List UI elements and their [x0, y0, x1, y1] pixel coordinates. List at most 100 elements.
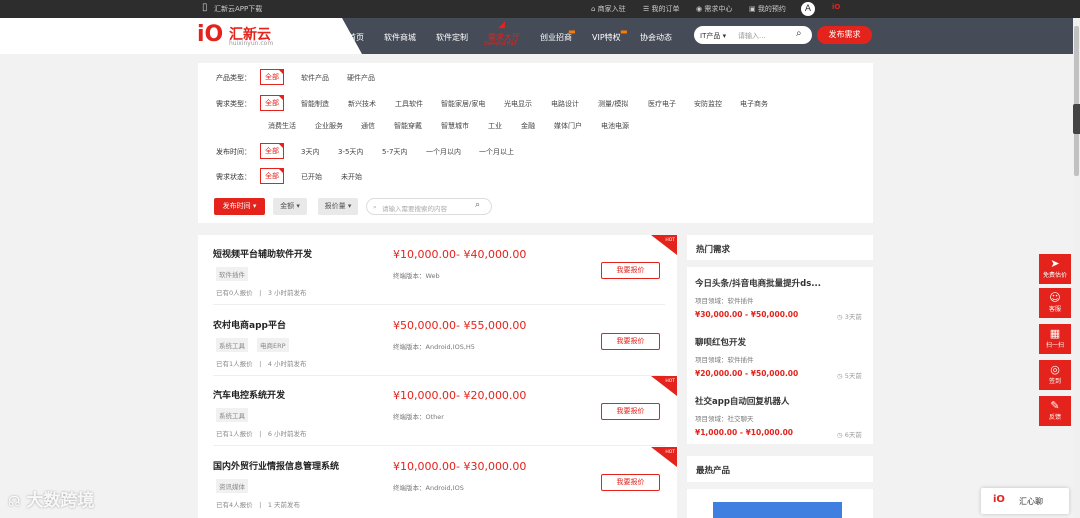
demand-type-option[interactable]: 电池电源: [601, 121, 629, 131]
hot-demands-title: 热门需求: [696, 245, 731, 255]
hot-demand-title[interactable]: 社交app自动回复机器人: [695, 395, 789, 407]
demand-type-option[interactable]: 工具软件: [395, 99, 423, 109]
publish-time-option[interactable]: 3天内: [301, 147, 319, 157]
chat-widget[interactable]: iO 汇心聊: [981, 488, 1069, 514]
free-quote-button[interactable]: ➤ 免费估价: [1039, 254, 1071, 284]
demand-type-option[interactable]: 工业: [488, 121, 502, 131]
listing-title[interactable]: 汽车电控系统开发: [213, 388, 285, 401]
demand-type-option[interactable]: 智能家居/家电: [441, 99, 485, 109]
demand-type-option[interactable]: 企业服务: [315, 121, 343, 131]
publish-time-all[interactable]: 全部: [260, 143, 284, 159]
nav-software-mall[interactable]: 软件商城: [384, 32, 416, 43]
customer-service-button[interactable]: ☺ 客服: [1039, 288, 1071, 318]
demand-type-option[interactable]: 媒体门户: [554, 121, 582, 131]
publish-time-option[interactable]: 3-5天内: [338, 147, 363, 157]
quote-button[interactable]: 我要报价: [601, 474, 660, 491]
avatar-icon[interactable]: A: [801, 2, 815, 16]
demand-type-option[interactable]: 金融: [521, 121, 535, 131]
scan-button[interactable]: ▦ 扫一扫: [1039, 324, 1071, 354]
listing-search-input[interactable]: ⌕ 请输入需要搜索的内容 ⌕: [366, 198, 492, 215]
listing-version: 终端版本：Android,IOS: [393, 484, 464, 492]
demand-type-option[interactable]: 医疗电子: [648, 99, 676, 109]
feedback-label: 反馈: [1048, 414, 1061, 421]
logo-icon[interactable]: iO: [197, 22, 223, 47]
orders-link[interactable]: ☰ 我的订单: [643, 4, 680, 14]
nav-association[interactable]: 协会动态: [640, 32, 672, 43]
demand-type-option[interactable]: 测量/模拟: [598, 99, 628, 109]
listing-tag: 系统工具: [216, 338, 248, 352]
sort-amount-label: 金额: [280, 202, 295, 210]
demand-status-all[interactable]: 全部: [260, 168, 284, 184]
divider: [213, 445, 665, 446]
hot-demand-ago-label: 3天前: [844, 313, 862, 321]
nav-vip[interactable]: VIP特权: [592, 32, 621, 43]
hot-demand-title[interactable]: 聊呗红包开发: [695, 336, 746, 348]
hot-demand-item[interactable]: 聊呗红包开发 项目领域：软件插件 ¥20,000.00 - ¥50,000.00…: [687, 327, 873, 386]
demand-type-option[interactable]: 电路设计: [551, 99, 579, 109]
search-icon[interactable]: ⌕: [475, 200, 480, 210]
sort-by-time-button[interactable]: 发布时间 ▾: [214, 198, 265, 215]
my-invites-label: 我的预约: [757, 5, 786, 13]
demand-center-link[interactable]: ◉ 需求中心: [696, 4, 732, 14]
hot-demand-item[interactable]: 今日头条/抖音电商批量提升ds... 项目领域：软件插件 ¥30,000.00 …: [687, 267, 873, 326]
sign-in-button[interactable]: ◎ 签到: [1039, 360, 1071, 390]
publish-time: 4 小时前发布: [267, 360, 307, 368]
watermark: ☊ 大数跨境: [8, 486, 94, 511]
listing-panel: HOT 短视频平台辅助软件开发 软件插件 已有0人报价 | 3 小时前发布 ¥1…: [198, 235, 677, 518]
product-type-option[interactable]: 硬件产品: [347, 73, 375, 83]
scrollbar[interactable]: [1073, 18, 1080, 518]
demand-type-option[interactable]: 通信: [361, 121, 375, 131]
side-tab[interactable]: [1073, 104, 1080, 134]
my-invites-link[interactable]: ▣ 我的预约: [749, 4, 786, 14]
list-item[interactable]: HOT 国内外贸行业情报信息管理系统 资讯媒体 已有4人报价 | 1 天前发布 …: [198, 447, 677, 517]
demand-type-all[interactable]: 全部: [260, 95, 284, 111]
quote-button[interactable]: 我要报价: [601, 333, 660, 350]
nav-custom-software[interactable]: 软件定制: [436, 32, 468, 43]
listing-search-placeholder: 请输入需要搜索的内容: [382, 205, 447, 213]
publish-time-option[interactable]: 一个月以内: [426, 147, 461, 157]
sort-by-quotes-button[interactable]: 报价量 ▾: [318, 198, 358, 215]
search-icon[interactable]: ⌕: [796, 28, 802, 39]
demand-type-option[interactable]: 智能制造: [301, 99, 329, 109]
sort-quotes-label: 报价量: [324, 202, 346, 210]
hot-demand-item[interactable]: 社交app自动回复机器人 项目领域：社交聊天 ¥1,000.00 - ¥10,0…: [687, 386, 873, 444]
quote-button[interactable]: 我要报价: [601, 262, 660, 279]
quote-count: 已有4人报价: [216, 501, 253, 509]
list-item[interactable]: HOT 汽车电控系统开发 系统工具 已有1人报价 | 6 小时前发布 ¥10,0…: [198, 376, 677, 446]
app-download-link[interactable]: 汇新云APP下载: [214, 4, 262, 14]
feedback-button[interactable]: ✎ 反馈: [1039, 396, 1071, 426]
demand-type-option[interactable]: 安防监控: [694, 99, 722, 109]
hot-demand-title[interactable]: 今日头条/抖音电商批量提升ds...: [695, 277, 821, 289]
product-thumbnail[interactable]: [713, 502, 842, 518]
list-item[interactable]: HOT 短视频平台辅助软件开发 软件插件 已有0人报价 | 3 小时前发布 ¥1…: [198, 235, 677, 305]
publish-demand-button[interactable]: 发布需求: [817, 26, 872, 44]
search-input[interactable]: 请输入...: [738, 31, 766, 41]
list-item[interactable]: 农村电商app平台 系统工具 电商ERP 已有1人报价 | 4 小时前发布 ¥5…: [198, 306, 677, 376]
product-type-all[interactable]: 全部: [260, 69, 284, 85]
quote-button[interactable]: 我要报价: [601, 403, 660, 420]
header-search[interactable]: IT产品 ▾ 请输入... ⌕: [694, 26, 812, 44]
demand-type-option[interactable]: 新兴技术: [348, 99, 376, 109]
demand-status-option[interactable]: 已开始: [301, 172, 322, 182]
publish-time-label: 发布时间：: [216, 148, 251, 156]
product-type-option[interactable]: 软件产品: [301, 73, 329, 83]
demand-center-label: 需求中心: [704, 5, 733, 13]
listing-title[interactable]: 农村电商app平台: [213, 318, 286, 331]
demand-type-option[interactable]: 智慧城市: [441, 121, 469, 131]
hot-demand-price: ¥20,000.00 - ¥50,000.00: [695, 369, 799, 378]
demand-status-option[interactable]: 未开始: [341, 172, 362, 182]
demand-type-option[interactable]: 电子商务: [740, 99, 768, 109]
demand-type-option[interactable]: 光电显示: [504, 99, 532, 109]
publish-time-option[interactable]: 一个月以上: [479, 147, 514, 157]
listing-title[interactable]: 国内外贸行业情报信息管理系统: [213, 459, 339, 472]
merchant-link[interactable]: ⌂ 商家入驻: [591, 4, 626, 14]
listing-title[interactable]: 短视频平台辅助软件开发: [213, 247, 312, 260]
publish-time-option[interactable]: 5-7天内: [382, 147, 407, 157]
demand-type-option[interactable]: 智能穿戴: [394, 121, 422, 131]
edit-icon: ✎: [1050, 399, 1060, 412]
demand-type-option[interactable]: 消费生活: [268, 121, 296, 131]
nav-home[interactable]: 首页: [348, 32, 364, 43]
search-category-select[interactable]: IT产品 ▾: [700, 31, 726, 41]
sort-by-amount-button[interactable]: 金额 ▾: [273, 198, 307, 215]
scrollbar-thumb[interactable]: [1074, 26, 1079, 176]
